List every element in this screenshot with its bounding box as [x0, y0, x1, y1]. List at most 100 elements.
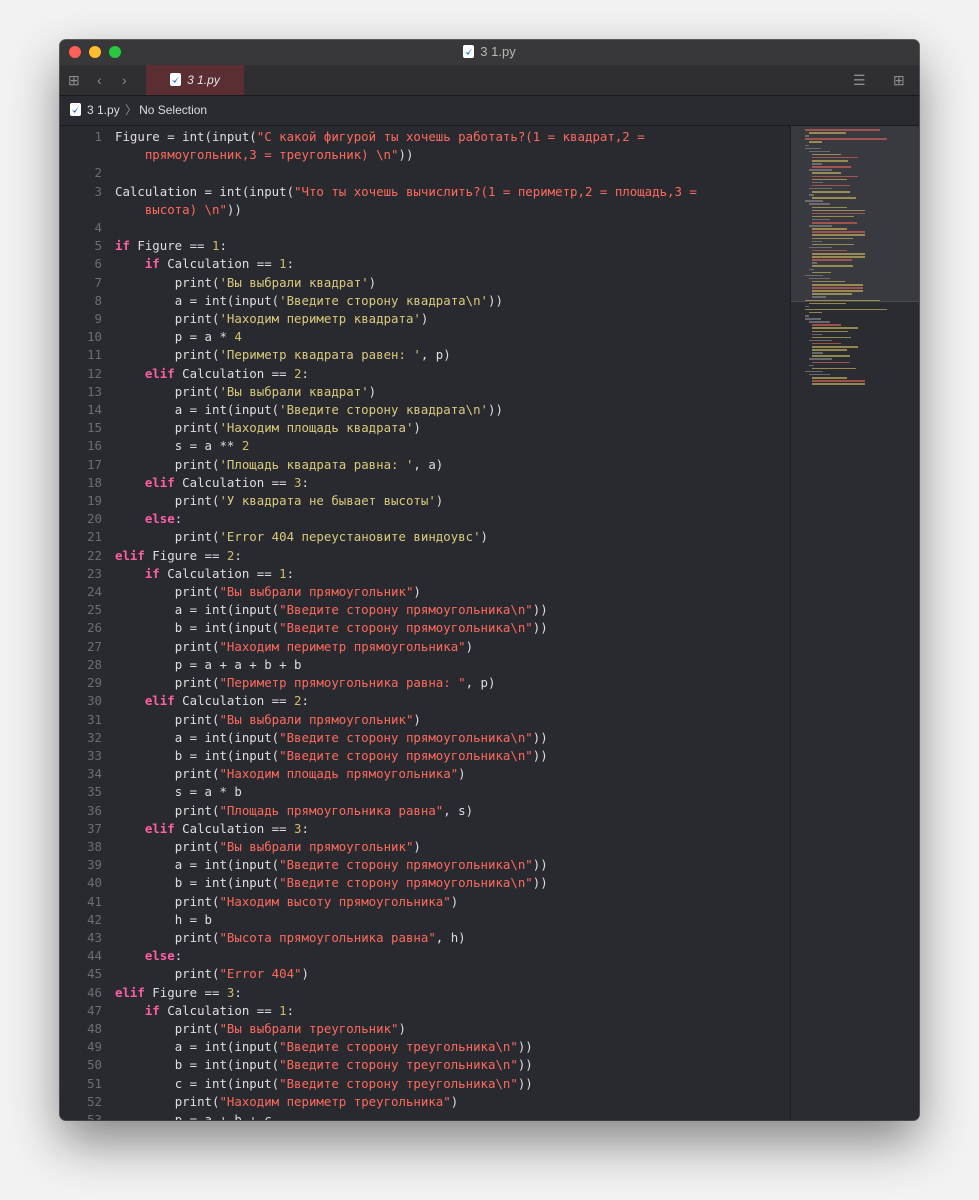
- code-line[interactable]: 16 s = a ** 2: [60, 437, 790, 455]
- code-line[interactable]: 18 elif Calculation == 3:: [60, 474, 790, 492]
- code-line[interactable]: 43 print("Высота прямоугольника равна", …: [60, 929, 790, 947]
- code-line[interactable]: 47 if Calculation == 1:: [60, 1002, 790, 1020]
- code-line[interactable]: 8 a = int(input('Введите сторону квадрат…: [60, 292, 790, 310]
- add-editor-icon[interactable]: ⊞: [893, 71, 905, 89]
- code-line[interactable]: 28 p = a + a + b + b: [60, 656, 790, 674]
- code-line[interactable]: 19 print('У квадрата не бывает высоты'): [60, 492, 790, 510]
- minimap-line: [812, 265, 854, 267]
- line-text: else:: [144, 511, 183, 527]
- code-line[interactable]: 52 print("Находим периметр треугольника"…: [60, 1093, 790, 1111]
- minimap-line: [812, 184, 850, 187]
- related-items-grid-icon[interactable]: ⊞: [68, 71, 80, 89]
- code-line[interactable]: 9 print('Находим периметр квадрата'): [60, 310, 790, 328]
- minimap-line: [812, 352, 823, 354]
- code-line[interactable]: 51 c = int(input("Введите сторону треуго…: [60, 1075, 790, 1093]
- code-line[interactable]: 53 p = a + b + c: [60, 1111, 790, 1120]
- line-text: a = int(input("Введите сторону прямоугол…: [115, 602, 548, 618]
- code-line[interactable]: 1 Figure = int(input("С какой фигурой ты …: [60, 128, 790, 164]
- minimap-line: [812, 383, 865, 385]
- code-line[interactable]: 5 if Figure == 1:: [60, 237, 790, 255]
- minimap-line: [812, 237, 854, 240]
- line-text: print('У квадрата не бывает высоты'): [115, 493, 444, 509]
- editor-options-icon[interactable]: ☰: [853, 71, 866, 89]
- line-number: 2: [94, 165, 102, 181]
- code-line[interactable]: 27 print("Находим периметр прямоугольник…: [60, 638, 790, 656]
- code-line[interactable]: 21 print('Error 404 переустановите виндо…: [60, 528, 790, 546]
- line-number: 11: [87, 347, 102, 363]
- code-line[interactable]: 36 print("Площадь прямоугольника равна",…: [60, 802, 790, 820]
- code-line[interactable]: 20 else:: [60, 510, 790, 528]
- code-line[interactable]: 2: [60, 164, 790, 182]
- code-line[interactable]: 26 b = int(input("Введите сторону прямоу…: [60, 619, 790, 637]
- minimap[interactable]: [790, 126, 919, 1120]
- minimap-line: [805, 315, 809, 317]
- code-line[interactable]: 30 elif Calculation == 2:: [60, 692, 790, 710]
- code-line[interactable]: 29 print("Периметр прямоугольника равна:…: [60, 674, 790, 692]
- minimap-line: [812, 206, 847, 209]
- code-line[interactable]: 48 print("Вы выбрали треугольник"): [60, 1020, 790, 1038]
- code-lines[interactable]: 1 Figure = int(input("С какой фигурой ты …: [60, 126, 790, 1120]
- line-number: 45: [87, 966, 102, 982]
- code-line[interactable]: 39 a = int(input("Введите сторону прямоу…: [60, 856, 790, 874]
- line-text: b = int(input("Введите сторону прямоугол…: [115, 875, 548, 891]
- back-arrow-icon[interactable]: ‹: [97, 71, 102, 89]
- code-line[interactable]: 15 print('Находим площадь квадрата'): [60, 419, 790, 437]
- code-line[interactable]: 35 s = a * b: [60, 783, 790, 801]
- code-line[interactable]: 40 b = int(input("Введите сторону прямоу…: [60, 874, 790, 892]
- line-number: 29: [87, 675, 102, 691]
- code-line[interactable]: 45 print("Error 404"): [60, 965, 790, 983]
- minimap-line: [808, 302, 847, 305]
- code-line[interactable]: 41 print("Находим высоту прямоугольника"…: [60, 893, 790, 911]
- minimap-line: [812, 349, 847, 351]
- forward-arrow-icon[interactable]: ›: [122, 71, 127, 89]
- code-line[interactable]: 4: [60, 219, 790, 237]
- line-number: 52: [87, 1093, 102, 1109]
- code-line[interactable]: 31 print("Вы выбрали прямоугольник"): [60, 711, 790, 729]
- line-number: 24: [87, 584, 102, 600]
- code-line[interactable]: 44 else:: [60, 947, 790, 965]
- minimap-line: [805, 308, 887, 311]
- code-line[interactable]: 10 p = a * 4: [60, 328, 790, 346]
- code-line[interactable]: 33 b = int(input("Введите сторону прямоу…: [60, 747, 790, 765]
- line-text: if Calculation == 1:: [144, 1002, 295, 1018]
- minimap-line: [812, 156, 859, 159]
- line-number: 8: [94, 292, 102, 308]
- code-line[interactable]: 49 a = int(input("Введите сторону треуго…: [60, 1038, 790, 1056]
- line-number: 46: [87, 984, 102, 1000]
- code-line[interactable]: 14 a = int(input('Введите сторону квадра…: [60, 401, 790, 419]
- code-line[interactable]: 46 elif Figure == 3:: [60, 984, 790, 1002]
- code-line[interactable]: 25 a = int(input("Введите сторону прямоу…: [60, 601, 790, 619]
- line-number: 39: [87, 857, 102, 873]
- breadcrumb-file[interactable]: 3 1.py: [87, 103, 120, 117]
- code-line[interactable]: 17 print('Площадь квадрата равна: ', a): [60, 456, 790, 474]
- line-number: 22: [87, 547, 102, 563]
- line-number: 4: [94, 220, 102, 236]
- code-line[interactable]: 23 if Calculation == 1:: [60, 565, 790, 583]
- line-number: 41: [87, 893, 102, 909]
- code-line[interactable]: 22 elif Figure == 2:: [60, 547, 790, 565]
- code-line[interactable]: 37 elif Calculation == 3:: [60, 820, 790, 838]
- breadcrumb-selection[interactable]: No Selection: [139, 103, 207, 117]
- code-line[interactable]: 42 h = b: [60, 911, 790, 929]
- tab-3-1-py[interactable]: 3 1.py: [146, 65, 244, 95]
- line-text: s = a * b: [115, 784, 242, 800]
- line-text: Calculation = int(input("Что ты хочешь в…: [115, 183, 697, 217]
- code-editor[interactable]: 1 Figure = int(input("С какой фигурой ты …: [60, 126, 790, 1120]
- line-text: print('Площадь квадрата равна: ', a): [115, 456, 444, 472]
- code-line[interactable]: 38 print("Вы выбрали прямоугольник"): [60, 838, 790, 856]
- code-line[interactable]: 11 print('Периметр квадрата равен: ', p): [60, 346, 790, 364]
- code-line[interactable]: 12 elif Calculation == 2:: [60, 365, 790, 383]
- minimap-line: [812, 197, 857, 199]
- breadcrumb[interactable]: 3 1.py 〉 No Selection: [70, 96, 207, 125]
- code-line[interactable]: 13 print('Вы выбрали квадрат'): [60, 383, 790, 401]
- minimap-line: [812, 262, 818, 264]
- code-line[interactable]: 32 a = int(input("Введите сторону прямоу…: [60, 729, 790, 747]
- code-line[interactable]: 7 print('Вы выбрали квадрат'): [60, 274, 790, 292]
- code-line[interactable]: 24 print("Вы выбрали прямоугольник"): [60, 583, 790, 601]
- code-line[interactable]: 6 if Calculation == 1:: [60, 255, 790, 273]
- minimap-line: [808, 169, 832, 171]
- code-line[interactable]: 50 b = int(input("Введите сторону треуго…: [60, 1056, 790, 1074]
- code-line[interactable]: 34 print("Находим площадь прямоугольника…: [60, 765, 790, 783]
- code-line[interactable]: 3 Calculation = int(input("Что ты хочешь …: [60, 183, 790, 219]
- line-text: elif Figure == 2:: [115, 547, 242, 563]
